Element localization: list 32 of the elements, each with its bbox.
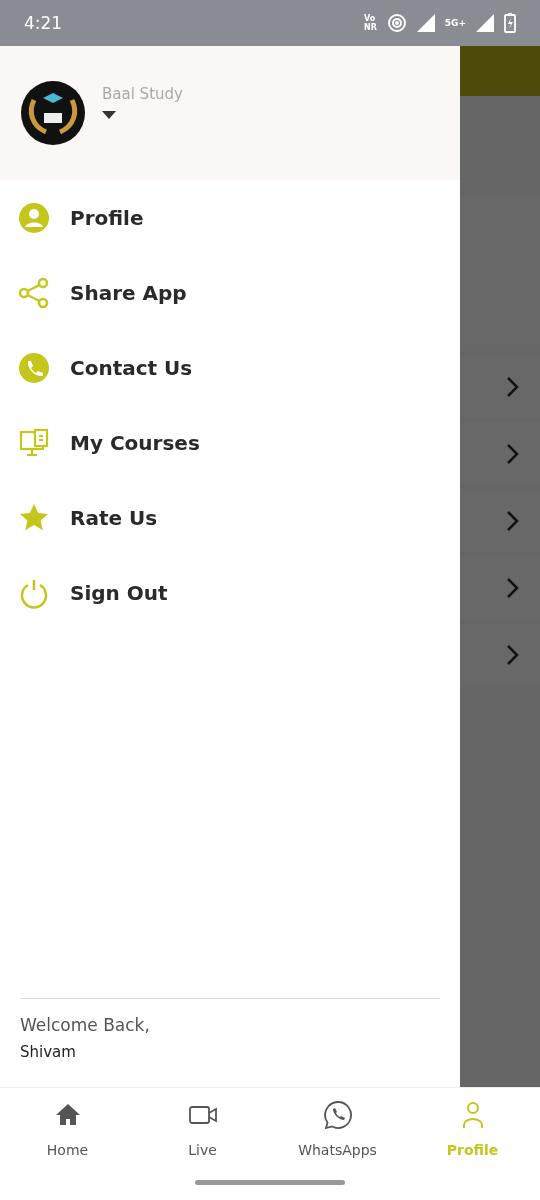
chevron-right-icon — [506, 644, 520, 666]
chevron-right-icon — [506, 510, 520, 532]
nav-tab[interactable]: Live — [135, 1100, 270, 1158]
menu-item[interactable]: My Courses — [0, 405, 460, 480]
signal-icon — [416, 14, 435, 32]
menu-item[interactable]: Rate Us — [0, 480, 460, 555]
hotspot-icon — [386, 13, 407, 33]
network-label: Vo — [363, 14, 377, 23]
user-name: Shivam — [20, 1043, 77, 1061]
app-name: Baal Study — [102, 85, 183, 103]
network-label: NR — [363, 23, 377, 32]
chevron-right-icon — [506, 443, 520, 465]
menu-item[interactable]: Contact Us — [0, 330, 460, 405]
nav-tab[interactable]: Home — [0, 1100, 135, 1158]
menu-item[interactable]: Share App — [0, 255, 460, 330]
logo-icon — [20, 80, 86, 146]
menu-item[interactable]: Sign Out — [0, 555, 460, 630]
share-icon — [18, 276, 50, 309]
chevron-right-icon — [506, 577, 520, 599]
monitor-icon — [18, 426, 50, 459]
nav-tab[interactable]: WhatsApps — [270, 1100, 405, 1158]
chat-phone-icon — [322, 1100, 353, 1130]
menu-item[interactable]: Profile — [0, 180, 460, 255]
phone-icon — [18, 351, 50, 384]
battery-icon — [504, 13, 516, 33]
person-icon — [18, 201, 50, 234]
network-type: 5G+ — [444, 18, 466, 28]
chevron-right-icon — [506, 376, 520, 398]
dropdown-icon[interactable] — [102, 111, 116, 119]
welcome-text: Welcome Back, — [20, 1015, 151, 1035]
status-time: 4:21 — [24, 13, 64, 33]
signal-icon — [476, 14, 494, 32]
